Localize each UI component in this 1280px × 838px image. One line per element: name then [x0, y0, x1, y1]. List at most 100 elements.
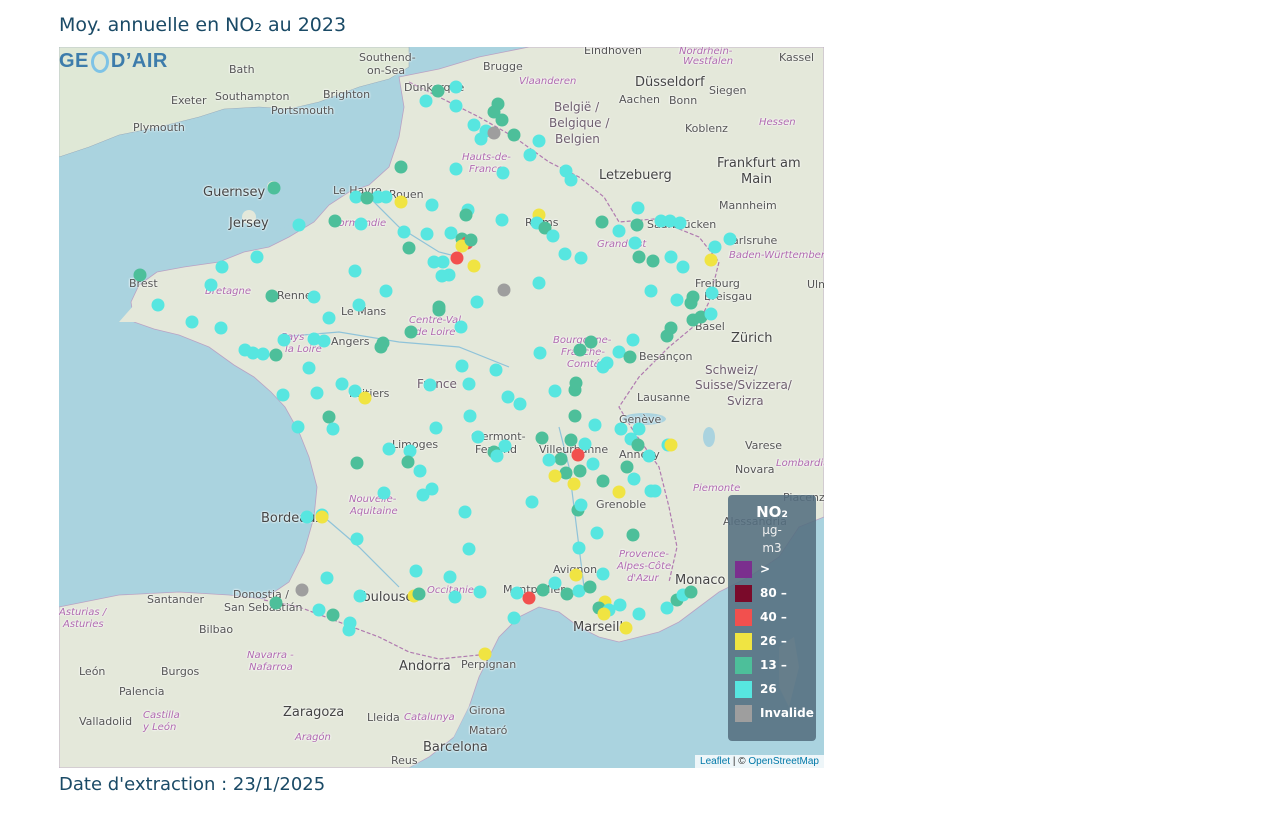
station-marker[interactable] — [133, 268, 147, 282]
station-marker[interactable] — [631, 438, 645, 452]
station-marker[interactable] — [574, 498, 588, 512]
station-marker[interactable] — [623, 350, 637, 364]
station-marker[interactable] — [584, 335, 598, 349]
station-marker[interactable] — [705, 286, 719, 300]
station-marker[interactable] — [572, 541, 586, 555]
station-marker[interactable] — [536, 583, 550, 597]
station-marker[interactable] — [569, 568, 583, 582]
station-marker[interactable] — [342, 623, 356, 637]
station-marker[interactable] — [532, 134, 546, 148]
station-marker[interactable] — [548, 469, 562, 483]
station-marker[interactable] — [630, 218, 644, 232]
station-marker[interactable] — [648, 484, 662, 498]
station-marker[interactable] — [513, 397, 527, 411]
station-marker[interactable] — [558, 247, 572, 261]
station-marker[interactable] — [185, 315, 199, 329]
station-marker[interactable] — [353, 589, 367, 603]
station-marker[interactable] — [704, 307, 718, 321]
station-marker[interactable] — [458, 505, 472, 519]
station-marker[interactable] — [250, 250, 264, 264]
station-marker[interactable] — [394, 160, 408, 174]
station-marker[interactable] — [583, 580, 597, 594]
station-marker[interactable] — [619, 621, 633, 635]
station-marker[interactable] — [533, 346, 547, 360]
station-marker[interactable] — [358, 391, 372, 405]
station-marker[interactable] — [276, 388, 290, 402]
station-marker[interactable] — [269, 348, 283, 362]
station-marker[interactable] — [449, 162, 463, 176]
station-marker[interactable] — [646, 254, 660, 268]
station-marker[interactable] — [459, 208, 473, 222]
leaflet-link[interactable]: Leaflet — [700, 756, 730, 767]
station-marker[interactable] — [495, 213, 509, 227]
station-marker[interactable] — [523, 148, 537, 162]
station-marker[interactable] — [310, 386, 324, 400]
station-marker[interactable] — [397, 225, 411, 239]
station-marker[interactable] — [335, 377, 349, 391]
station-marker[interactable] — [474, 132, 488, 146]
map[interactable]: Bath Southend-on-Sea Brugge Eindhoven Nordrh… — [59, 47, 824, 768]
station-marker[interactable] — [455, 359, 469, 373]
station-marker[interactable] — [554, 452, 568, 466]
station-marker[interactable] — [214, 321, 228, 335]
station-marker[interactable] — [382, 442, 396, 456]
station-marker[interactable] — [312, 603, 326, 617]
station-marker[interactable] — [467, 259, 481, 273]
station-marker[interactable] — [535, 431, 549, 445]
station-marker[interactable] — [449, 80, 463, 94]
station-marker[interactable] — [471, 430, 485, 444]
station-marker[interactable] — [564, 433, 578, 447]
station-marker[interactable] — [495, 113, 509, 127]
station-marker[interactable] — [632, 250, 646, 264]
station-marker[interactable] — [632, 607, 646, 621]
station-marker[interactable] — [612, 485, 626, 499]
station-marker[interactable] — [326, 422, 340, 436]
station-marker[interactable] — [412, 587, 426, 601]
station-marker[interactable] — [215, 260, 229, 274]
station-marker[interactable] — [450, 251, 464, 265]
station-marker[interactable] — [350, 532, 364, 546]
station-marker[interactable] — [612, 224, 626, 238]
station-marker[interactable] — [464, 233, 478, 247]
station-marker[interactable] — [660, 329, 674, 343]
station-marker[interactable] — [704, 253, 718, 267]
station-marker[interactable] — [352, 298, 366, 312]
station-marker[interactable] — [379, 284, 393, 298]
station-marker[interactable] — [489, 363, 503, 377]
station-marker[interactable] — [360, 191, 374, 205]
station-marker[interactable] — [416, 488, 430, 502]
station-marker[interactable] — [670, 293, 684, 307]
station-marker[interactable] — [586, 457, 600, 471]
station-marker[interactable] — [628, 236, 642, 250]
station-marker[interactable] — [277, 333, 291, 347]
station-marker[interactable] — [427, 255, 441, 269]
station-marker[interactable] — [404, 325, 418, 339]
station-marker[interactable] — [626, 333, 640, 347]
station-marker[interactable] — [374, 340, 388, 354]
station-marker[interactable] — [590, 526, 604, 540]
station-marker[interactable] — [401, 455, 415, 469]
station-marker[interactable] — [548, 384, 562, 398]
station-marker[interactable] — [564, 173, 578, 187]
station-marker[interactable] — [569, 376, 583, 390]
station-marker[interactable] — [626, 528, 640, 542]
station-marker[interactable] — [596, 567, 610, 581]
station-marker[interactable] — [596, 474, 610, 488]
station-marker[interactable] — [684, 296, 698, 310]
station-marker[interactable] — [307, 290, 321, 304]
station-marker[interactable] — [265, 289, 279, 303]
station-marker[interactable] — [507, 611, 521, 625]
station-marker[interactable] — [443, 570, 457, 584]
station-marker[interactable] — [588, 418, 602, 432]
station-marker[interactable] — [490, 449, 504, 463]
station-marker[interactable] — [300, 510, 314, 524]
station-marker[interactable] — [377, 486, 391, 500]
station-marker[interactable] — [542, 453, 556, 467]
station-marker[interactable] — [501, 390, 515, 404]
station-marker[interactable] — [723, 232, 737, 246]
station-marker[interactable] — [462, 377, 476, 391]
station-marker[interactable] — [292, 218, 306, 232]
station-marker[interactable] — [432, 300, 446, 314]
station-marker[interactable] — [449, 99, 463, 113]
station-marker[interactable] — [151, 298, 165, 312]
